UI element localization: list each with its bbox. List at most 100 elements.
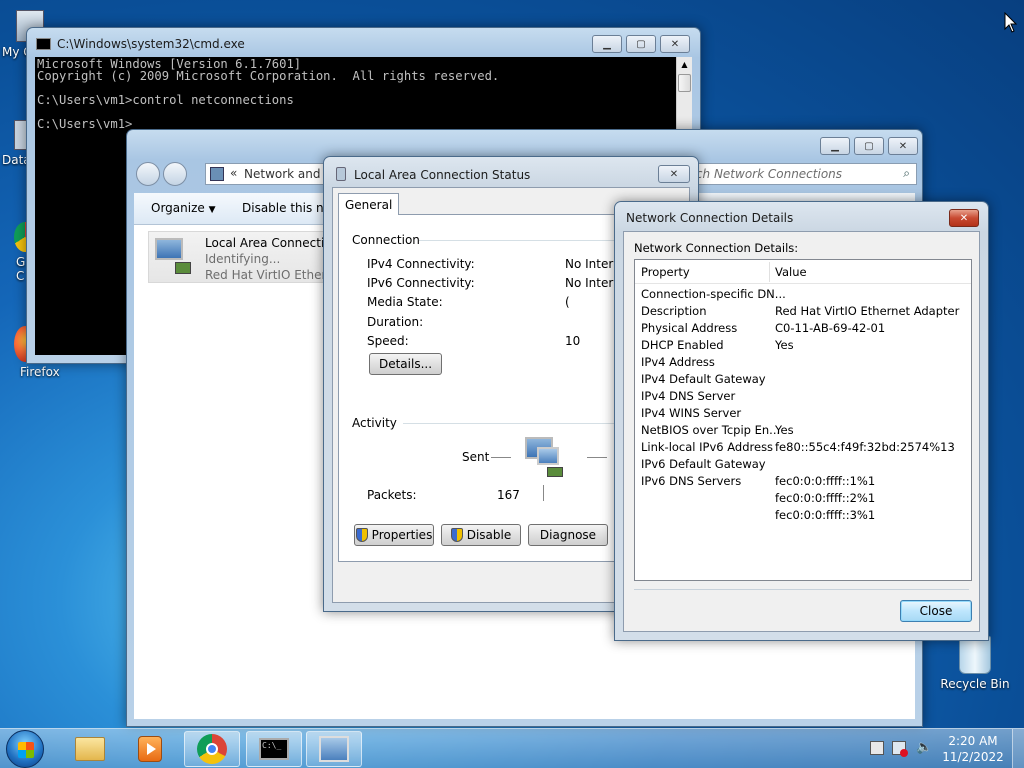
details-button-label: Details... xyxy=(378,357,433,371)
properties-button-label: Properties xyxy=(371,528,433,542)
details-list[interactable]: Property Value Connection-specific DN...… xyxy=(634,259,972,581)
status-row-value: 10 xyxy=(565,334,581,348)
sent-line xyxy=(491,457,511,458)
search-placeholder: rch Network Connections xyxy=(691,167,843,181)
volume-icon[interactable]: 🔈 xyxy=(916,740,932,755)
breadcrumb[interactable]: Network and In xyxy=(244,167,335,181)
detail-row[interactable]: IPv4 DNS Server xyxy=(635,388,971,405)
taskbar-explorer[interactable] xyxy=(62,731,118,767)
maximize-icon: ▢ xyxy=(864,140,874,152)
network-folder-icon xyxy=(210,167,224,181)
search-box[interactable]: rch Network Connections ⌕ xyxy=(687,163,917,185)
detail-value: fe80::55c4:f49f:32bd:2574%13 xyxy=(775,440,955,454)
status-row-label: IPv4 Connectivity: xyxy=(367,257,475,271)
cmd-icon: C:\_ xyxy=(259,738,289,760)
detail-row[interactable]: Link-local IPv6 Address fe80::55c4:f49f:3… xyxy=(635,439,971,456)
action-center-icon[interactable] xyxy=(870,741,884,755)
detail-row[interactable]: IPv4 Address xyxy=(635,354,971,371)
dropdown-arrow-icon: ▼ xyxy=(208,205,216,215)
minimize-button[interactable]: ▁ xyxy=(820,137,850,155)
windows-logo-icon xyxy=(18,742,34,758)
detail-property: Description xyxy=(641,304,707,318)
properties-button[interactable]: Properties xyxy=(354,524,434,546)
show-desktop-button[interactable] xyxy=(1012,729,1024,768)
tab-general[interactable]: General xyxy=(338,193,400,215)
taskbar-cmd[interactable]: C:\_ xyxy=(246,731,302,767)
maximize-button[interactable]: ▢ xyxy=(626,35,656,53)
search-icon: ⌕ xyxy=(903,166,910,180)
detail-property: IPv4 Default Gateway xyxy=(641,372,766,386)
start-button[interactable] xyxy=(6,730,44,768)
disable-button[interactable]: Disable xyxy=(441,524,521,546)
close-icon: ✕ xyxy=(959,212,969,224)
network-status-icon[interactable] xyxy=(892,741,908,757)
scroll-thumb[interactable] xyxy=(678,74,691,92)
detail-row[interactable]: Connection-specific DN... xyxy=(635,286,971,303)
status-row-label: Duration: xyxy=(367,315,424,329)
close-button[interactable]: ✕ xyxy=(660,35,690,53)
detail-row[interactable]: Physical Address C0-11-AB-69-42-01 xyxy=(635,320,971,337)
detail-value: fec0:0:0:ffff::1%1 xyxy=(775,474,876,488)
notification-area: 🔈 xyxy=(864,729,934,768)
detail-row[interactable]: fec0:0:0:ffff::3%1 xyxy=(635,507,971,524)
maximize-button[interactable]: ▢ xyxy=(854,137,884,155)
connection-details-dialog[interactable]: Network Connection Details ✕ Network Con… xyxy=(614,201,989,641)
adapter-status: Identifying... xyxy=(205,252,281,266)
clock-time: 2:20 AM xyxy=(948,734,998,748)
organize-label: Organize xyxy=(151,201,205,215)
detail-value: fec0:0:0:ffff::3%1 xyxy=(775,508,876,522)
detail-property: IPv4 Address xyxy=(641,355,715,369)
diagnose-button[interactable]: Diagnose xyxy=(528,524,608,546)
connection-group-label: Connection xyxy=(352,233,420,247)
detail-row[interactable]: DHCP Enabled Yes xyxy=(635,337,971,354)
back-button[interactable] xyxy=(136,162,160,186)
close-button[interactable]: ✕ xyxy=(658,165,690,183)
status-row-label: Speed: xyxy=(367,334,409,348)
taskbar-network-connections[interactable] xyxy=(306,731,362,767)
taskbar-chrome[interactable] xyxy=(184,731,240,767)
clock-date: 11/2/2022 xyxy=(942,750,1004,764)
forward-button[interactable] xyxy=(163,162,187,186)
status-app-icon xyxy=(336,167,346,181)
status-row-label: Media State: xyxy=(367,295,443,309)
detail-value: C0-11-AB-69-42-01 xyxy=(775,321,886,335)
received-line xyxy=(587,457,607,458)
disable-button-label: Disable xyxy=(466,528,512,542)
detail-property: Link-local IPv6 Address xyxy=(641,440,774,454)
detail-row[interactable]: Description Red Hat VirtIO Ethernet Adapt… xyxy=(635,303,971,320)
detail-value: Yes xyxy=(775,338,794,352)
close-dialog-button[interactable]: Close xyxy=(900,600,972,622)
details-button[interactable]: Details... xyxy=(369,353,442,375)
column-header-property[interactable]: Property xyxy=(641,265,690,279)
close-button[interactable]: ✕ xyxy=(888,137,918,155)
detail-value: Red Hat VirtIO Ethernet Adapter xyxy=(775,304,960,318)
adapter-name: Local Area Connection xyxy=(205,236,340,250)
taskbar-media-player[interactable] xyxy=(122,731,178,767)
clock[interactable]: 2:20 AM 11/2/2022 xyxy=(942,733,1004,765)
close-button[interactable]: ✕ xyxy=(949,209,979,227)
sent-label: Sent xyxy=(462,450,490,464)
detail-value: Yes xyxy=(775,423,794,437)
detail-row[interactable]: fec0:0:0:ffff::2%1 xyxy=(635,490,971,507)
column-header-value[interactable]: Value xyxy=(775,265,807,279)
organize-menu[interactable]: Organize ▼ xyxy=(151,201,216,215)
desktop-icon-recycle-bin[interactable]: Recycle Bin xyxy=(938,636,1012,691)
detail-row[interactable]: IPv4 Default Gateway xyxy=(635,371,971,388)
uac-shield-icon xyxy=(450,528,463,542)
detail-property: Physical Address xyxy=(641,321,738,335)
network-adapter-icon xyxy=(153,236,193,276)
detail-row[interactable]: IPv6 DNS Servers fec0:0:0:ffff::1%1 xyxy=(635,473,971,490)
detail-row[interactable]: NetBIOS over Tcpip En... Yes xyxy=(635,422,971,439)
detail-property: NetBIOS over Tcpip En... xyxy=(641,423,781,437)
minimize-button[interactable]: ▁ xyxy=(592,35,622,53)
detail-row[interactable]: IPv4 WINS Server xyxy=(635,405,971,422)
packets-divider xyxy=(543,485,544,501)
cmd-titlebar[interactable]: C:\Windows\system32\cmd.exe ▁ ▢ ✕ xyxy=(27,28,700,57)
adapter-item[interactable]: Local Area Connection Identifying... Red… xyxy=(148,231,339,283)
details-caption: Network Connection Details: xyxy=(634,241,799,255)
list-header: Property Value xyxy=(635,260,971,284)
close-icon: ✕ xyxy=(669,168,679,180)
disable-device-button[interactable]: Disable this net xyxy=(242,201,336,215)
desktop-icon-label: Recycle Bin xyxy=(940,677,1010,691)
detail-row[interactable]: IPv6 Default Gateway xyxy=(635,456,971,473)
